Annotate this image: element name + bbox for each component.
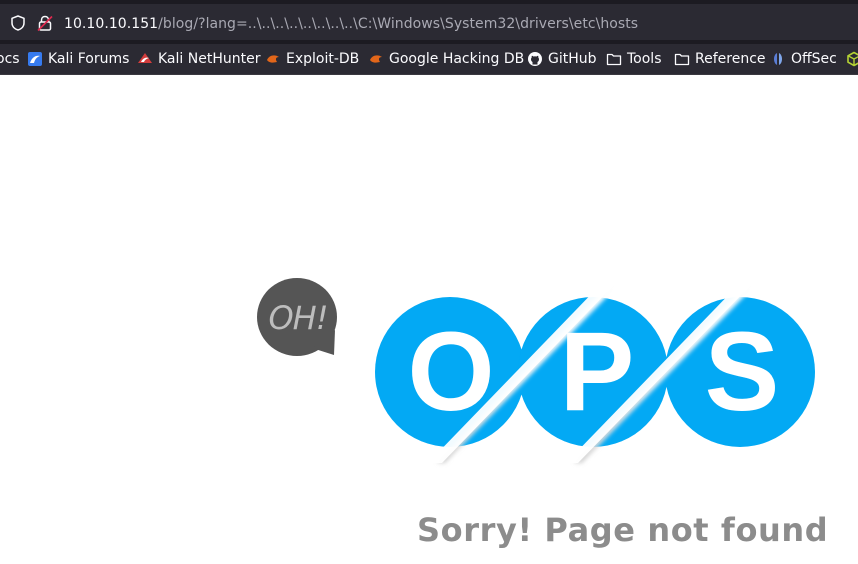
insecure-lock-icon[interactable]: [36, 14, 54, 32]
bookmark-label: ocs: [0, 51, 20, 67]
cube-icon: [847, 51, 858, 67]
kali-nethunter-icon: [138, 53, 152, 63]
bookmark-kali-forums[interactable]: Kali Forums: [27, 49, 129, 69]
bookmark-cube[interactable]: [846, 49, 858, 69]
not-found-message: Sorry! Page not found: [417, 511, 829, 549]
bookmark-label: Kali Forums: [48, 51, 130, 67]
bookmark-label: Tools: [627, 51, 662, 67]
bookmark-folder-tools[interactable]: Tools: [606, 49, 662, 69]
browser-toolbar: 10.10.10.151/blog/?lang=..\..\..\..\..\.…: [0, 0, 858, 44]
google-hacking-db-icon: [370, 55, 382, 63]
bookmark-offsec[interactable]: OffSec: [770, 49, 837, 69]
letter-o: O: [407, 309, 494, 434]
url-host: 10.10.10.151: [64, 16, 159, 32]
offsec-icon: [774, 53, 782, 65]
bubble-text: OH!: [268, 299, 327, 337]
letter-s: S: [705, 309, 780, 434]
page-content: OH! O P S Sorry! Page not found: [0, 75, 858, 564]
bookmark-label: GitHub: [548, 51, 597, 67]
folder-icon: [674, 53, 690, 66]
bookmark-label: Reference: [695, 51, 766, 67]
bookmark-label: Kali NetHunter: [158, 51, 261, 67]
address-bar[interactable]: 10.10.10.151/blog/?lang=..\..\..\..\..\.…: [0, 4, 858, 40]
bookmark-docs[interactable]: ocs: [0, 49, 20, 69]
shield-icon[interactable]: [9, 14, 27, 32]
bookmark-label: OffSec: [791, 51, 837, 67]
bookmark-label: Exploit-DB: [286, 51, 360, 67]
bookmark-google-hacking-db[interactable]: Google Hacking DB: [368, 49, 524, 69]
folder-icon: [606, 53, 622, 66]
bookmark-folder-reference[interactable]: Reference: [674, 49, 766, 69]
exploit-db-icon: [267, 55, 279, 63]
bookmark-label: Google Hacking DB: [389, 51, 525, 67]
url-text[interactable]: 10.10.10.151/blog/?lang=..\..\..\..\..\.…: [64, 15, 638, 33]
kali-forums-icon: [28, 52, 42, 66]
ops-graphic: OH! O P S: [257, 278, 815, 463]
bookmark-kali-nethunter[interactable]: Kali NetHunter: [137, 49, 260, 69]
letter-p: P: [560, 309, 635, 434]
github-icon: [528, 52, 542, 66]
speech-bubble: OH!: [257, 278, 337, 356]
url-path: /blog/?lang=..\..\..\..\..\..\..\..\C:\W…: [158, 16, 639, 32]
bookmark-exploit-db[interactable]: Exploit-DB: [265, 49, 359, 69]
bookmarks-toolbar: ocs Kali Forums Kali NetHunter Exploit-D…: [0, 44, 858, 75]
bookmark-github[interactable]: GitHub: [527, 49, 597, 69]
